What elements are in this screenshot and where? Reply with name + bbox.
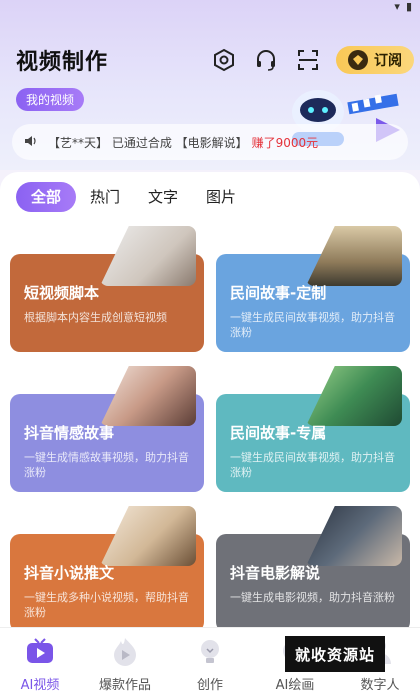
card-title: 抖音小说推文 — [24, 564, 115, 582]
notice-text: 【艺**天】 已通过合成 【电影解说】 — [48, 135, 248, 150]
card-desc: 一键生成民间故事视频，助力抖音涨粉 — [230, 451, 395, 479]
card-desc: 一键生成情感故事视频，助力抖音涨粉 — [24, 451, 189, 479]
settings-hex-icon[interactable] — [210, 46, 238, 74]
nav-label: AI绘画 — [275, 678, 315, 693]
tab-text[interactable]: 文字 — [134, 182, 192, 212]
status-bar: ▾ ▮ — [394, 0, 412, 13]
card-title: 抖音电影解说 — [230, 564, 321, 582]
battery-icon: ▮ — [405, 0, 412, 13]
card-desc: 一键生成电影视频，助力抖音涨粉 — [230, 591, 395, 604]
card-photo — [306, 226, 402, 286]
content-panel: 全部 热门 文字 图片 短视频脚本 根据脚本内容生成创意短视频 民间故事-定制 … — [0, 172, 420, 627]
notice-bar: 【艺**天】 已通过合成 【电影解说】 赚了9000元 — [12, 124, 408, 160]
card-title: 短视频脚本 — [24, 284, 100, 302]
page-title: 视频制作 — [16, 50, 109, 75]
subscribe-label: 订阅 — [374, 53, 402, 69]
card-desc: 一键生成多种小说视频，帮助抖音涨粉 — [24, 591, 189, 619]
tv-play-icon — [23, 634, 57, 668]
card-title: 民间故事-专属 — [230, 424, 327, 442]
card-photo — [100, 226, 196, 286]
card-title: 民间故事-定制 — [230, 284, 327, 302]
notice-highlight: 赚了9000元 — [251, 135, 319, 150]
category-tabs: 全部 热门 文字 图片 — [16, 182, 250, 212]
card-emotional-story[interactable]: 抖音情感故事 一键生成情感故事视频，助力抖音涨粉 — [10, 366, 204, 492]
nav-ai-video[interactable]: AI视频 — [5, 634, 75, 693]
card-folk-story-exclusive[interactable]: 民间故事-专属 一键生成民间故事视频，助力抖音涨粉 — [216, 366, 410, 492]
tab-image[interactable]: 图片 — [192, 182, 250, 212]
card-title: 抖音情感故事 — [24, 424, 115, 442]
my-video-button[interactable]: 我的视频 — [16, 88, 85, 111]
tab-hot[interactable]: 热门 — [76, 182, 134, 212]
watermark-label: 就收资源站 — [285, 636, 385, 672]
card-novel-promo[interactable]: 抖音小说推文 一键生成多种小说视频，帮助抖音涨粉 — [10, 506, 204, 627]
card-short-video-script[interactable]: 短视频脚本 根据脚本内容生成创意短视频 — [10, 226, 204, 352]
nav-label: AI视频 — [20, 678, 60, 693]
tab-all[interactable]: 全部 — [16, 182, 76, 212]
nav-label: 创作 — [196, 678, 223, 693]
card-movie-commentary[interactable]: 抖音电影解说 一键生成电影视频，助力抖音涨粉 — [216, 506, 410, 627]
nav-create[interactable]: 创作 — [175, 634, 245, 693]
card-photo — [100, 366, 196, 426]
card-folk-story-custom[interactable]: 民间故事-定制 一键生成民间故事视频，助力抖音涨粉 — [216, 226, 410, 352]
bulb-icon — [193, 634, 227, 668]
card-desc: 根据脚本内容生成创意短视频 — [24, 311, 167, 324]
flame-play-icon — [108, 634, 142, 668]
card-photo — [306, 366, 402, 426]
headset-icon[interactable] — [252, 46, 280, 74]
nav-label: 爆款作品 — [98, 678, 151, 693]
card-photo — [100, 506, 196, 566]
wifi-icon: ▾ — [394, 0, 400, 13]
card-photo — [306, 506, 402, 566]
card-desc: 一键生成民间故事视频，助力抖音涨粉 — [230, 311, 395, 339]
diamond-icon — [348, 50, 368, 70]
nav-hot-works[interactable]: 爆款作品 — [90, 634, 160, 693]
speaker-icon — [24, 134, 38, 151]
nav-label: 数字人 — [360, 678, 400, 693]
